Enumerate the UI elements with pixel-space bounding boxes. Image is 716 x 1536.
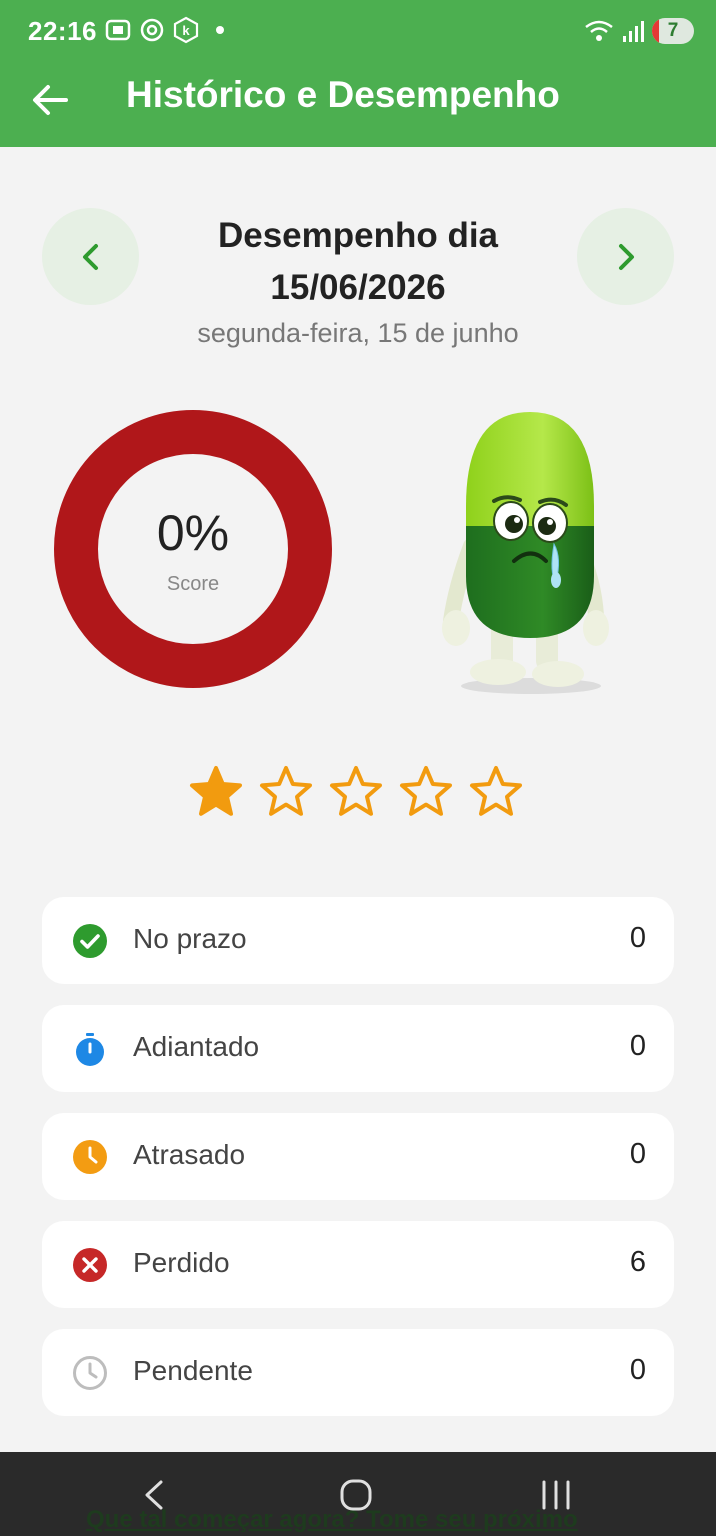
more-notifications-dot xyxy=(216,26,224,34)
back-arrow-icon[interactable] xyxy=(28,78,72,122)
stat-count: 0 xyxy=(629,922,646,954)
chatgpt-icon xyxy=(140,18,164,42)
nav-recents-icon[interactable] xyxy=(536,1478,576,1512)
stat-label: No prazo xyxy=(133,923,247,954)
status-time: 22:16 xyxy=(28,16,97,46)
status-system-icons: 7 xyxy=(584,18,694,44)
stat-count: 0 xyxy=(629,1354,646,1386)
status-bar: 22:16 k 7 xyxy=(0,0,716,66)
wifi-icon xyxy=(585,20,613,41)
stat-row-adiantado: Adiantado 0 xyxy=(42,1005,674,1092)
date-weekday: segunda-feira, 15 de junho xyxy=(197,318,519,348)
star-outline-icon xyxy=(400,766,452,816)
svg-text:k: k xyxy=(182,23,190,38)
sad-pill-mascot xyxy=(442,412,609,694)
star-outline-icon xyxy=(470,766,522,816)
page-title: Histórico e Desempenho xyxy=(126,74,560,115)
clock-icon xyxy=(73,1140,107,1174)
stat-label: Perdido xyxy=(133,1247,230,1278)
score-label: Score xyxy=(166,573,220,595)
signal-icon xyxy=(623,21,644,42)
screenshot-icon xyxy=(105,19,131,41)
check-circle-icon xyxy=(73,924,107,958)
system-navigation-bar: Que tal começar agora? Tome seu próximo xyxy=(0,1452,716,1536)
star-filled-icon xyxy=(190,766,242,816)
nav-home-icon[interactable] xyxy=(336,1478,376,1512)
previous-day-button[interactable] xyxy=(42,208,139,305)
stat-row-perdido: Perdido 6 xyxy=(42,1221,674,1308)
stat-count: 6 xyxy=(629,1246,646,1278)
battery-level: 7 xyxy=(667,20,679,41)
nav-back-icon[interactable] xyxy=(135,1478,175,1512)
stat-label: Pendente xyxy=(133,1355,253,1386)
clock-outline-icon xyxy=(73,1356,107,1390)
stat-count: 0 xyxy=(629,1030,646,1062)
stopwatch-icon xyxy=(76,1033,104,1066)
stat-row-atrasado: Atrasado 0 xyxy=(42,1113,674,1200)
x-circle-icon xyxy=(73,1248,107,1282)
star-outline-icon xyxy=(260,766,312,816)
chevron-left-icon xyxy=(83,244,98,270)
stat-label: Atrasado xyxy=(133,1139,246,1170)
status-notification-icons: k xyxy=(104,16,224,44)
stat-label: Adiantado xyxy=(133,1031,260,1062)
date-heading: Desempenho dia 15/06/2026 xyxy=(217,216,499,307)
stat-count: 0 xyxy=(629,1138,646,1170)
stat-row-no-prazo: No prazo 0 xyxy=(42,897,674,984)
next-day-button[interactable] xyxy=(577,208,674,305)
app-header: 22:16 k 7 Histórico e Desempenho xyxy=(0,0,716,147)
k-app-icon: k xyxy=(173,16,199,44)
chevron-right-icon xyxy=(619,244,634,270)
star-outline-icon xyxy=(330,766,382,816)
stat-row-pendente: Pendente 0 xyxy=(42,1329,674,1416)
rating-stars xyxy=(188,764,524,820)
battery-indicator: 7 xyxy=(652,18,694,44)
score-value: 0% xyxy=(156,505,230,561)
